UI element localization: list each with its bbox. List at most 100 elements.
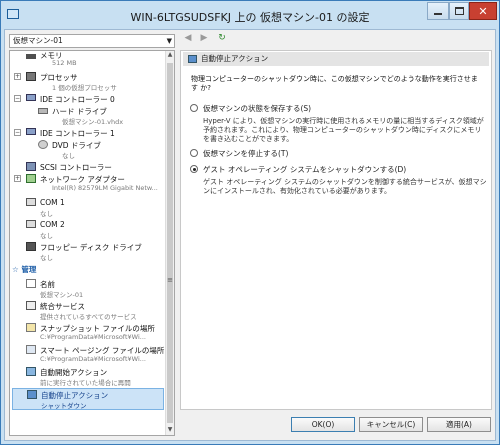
back-icon[interactable]: ◀ [182, 33, 194, 47]
com-port-icon [26, 220, 36, 228]
vm-selector-dropdown[interactable]: 仮想マシン-01 ▼ [9, 34, 175, 48]
ide-controller-icon [26, 128, 36, 135]
management-header[interactable]: ☆ 管理 [12, 264, 166, 276]
tree-item-name[interactable]: 名前 仮想マシン-01 [10, 278, 166, 300]
option-description: ゲスト オペレーティング システムのシャットダウンを制御する統合サービスが、仮想… [203, 178, 487, 195]
section-title: 自動停止アクション [183, 52, 489, 66]
tree-item-label: フロッピー ディスク ドライブ [40, 243, 142, 252]
nav-toolbar: ◀ ▶ ↻ [180, 33, 492, 49]
minimize-icon [434, 12, 442, 15]
processor-icon [26, 72, 36, 81]
auto-stop-icon [188, 55, 197, 63]
smart-paging-icon [26, 345, 36, 354]
scroll-grip-icon: ≡ [167, 276, 173, 284]
radio-button-selected[interactable] [190, 165, 198, 173]
radio-label: 仮想マシンを停止する(T) [203, 149, 289, 158]
dvd-drive-icon [38, 140, 48, 149]
radio-button[interactable] [190, 149, 198, 157]
tree-item-detail: シャットダウン [41, 402, 87, 410]
close-button[interactable]: ✕ [469, 2, 497, 20]
tree-item-com2[interactable]: COM 2 なし [10, 219, 166, 241]
tree-scrollbar[interactable]: ▲ ≡ ▼ [165, 51, 174, 435]
tree-item-hdd[interactable]: ハード ドライブ 仮想マシン-01.vhdx [10, 105, 166, 127]
scroll-down-icon[interactable]: ▼ [166, 426, 174, 435]
radio-shutdown-guest[interactable]: ゲスト オペレーティング システムをシャットダウンする(D) [190, 164, 488, 176]
tree-item-processor[interactable]: + プロセッサ 1 個の仮想プロセッサ [10, 71, 166, 93]
tree-item-label: DVD ドライブ [52, 141, 101, 150]
scroll-up-icon[interactable]: ▲ [166, 51, 174, 60]
tree-item-detail: なし [40, 254, 53, 262]
tree-item-detail: 前に実行されていた場合に再開 [40, 379, 131, 387]
memory-icon [26, 54, 36, 59]
tree-item-snapshot[interactable]: スナップショット ファイルの場所 C:¥ProgramData¥Microsof… [10, 322, 166, 344]
tree-item-detail: 仮想マシン-01 [40, 291, 84, 299]
tree-item-detail: なし [40, 232, 53, 240]
title-bar: WIN-6LTGSUDSFKJ 上の 仮想マシン-01 の設定 ✕ [1, 1, 499, 29]
vm-selector-value: 仮想マシン-01 [13, 36, 63, 45]
tree-item-floppy[interactable]: フロッピー ディスク ドライブ なし [10, 241, 166, 263]
scroll-thumb[interactable] [167, 63, 173, 423]
chevron-down-icon: ▼ [166, 37, 172, 45]
tree-item-paging[interactable]: スマート ページング ファイルの場所 C:¥ProgramData¥Micros… [10, 344, 166, 366]
tree-item-detail: なし [62, 152, 75, 160]
tree-item-label: IDE コントローラー 1 [40, 129, 115, 138]
name-icon [26, 279, 36, 288]
floppy-drive-icon [26, 242, 36, 251]
close-icon: ✕ [478, 4, 488, 18]
settings-window: WIN-6LTGSUDSFKJ 上の 仮想マシン-01 の設定 ✕ 仮想マシン-… [0, 0, 500, 445]
integration-services-icon [26, 301, 36, 310]
tree-item-detail: C:¥ProgramData¥Microsoft¥Wi... [40, 333, 146, 341]
tree-item-detail: 仮想マシン-01.vhdx [62, 118, 124, 126]
tree-item-autostart[interactable]: 自動開始アクション 前に実行されていた場合に再開 [10, 366, 166, 388]
refresh-icon[interactable]: ↻ [216, 33, 228, 47]
settings-tree: メモリ 512 MB + プロセッサ 1 個の仮想プロセッサ − IDE コント… [9, 50, 175, 436]
tree-item-detail: Intel(R) 82579LM Gigabit Netw... [52, 184, 158, 192]
snapshot-location-icon [26, 323, 36, 332]
radio-button[interactable] [190, 104, 198, 112]
expand-icon[interactable]: + [14, 73, 21, 80]
tree-item-integration[interactable]: 統合サービス 提供されているすべてのサービス [10, 300, 166, 322]
apply-button[interactable]: 適用(A) [427, 417, 491, 432]
ide-controller-icon [26, 94, 36, 101]
tree-item-label: SCSI コントローラー [40, 163, 112, 172]
maximize-button[interactable] [449, 2, 469, 20]
collapse-icon[interactable]: − [14, 95, 21, 102]
tree-item-detail: C:¥ProgramData¥Microsoft¥Wi... [40, 355, 146, 363]
auto-start-icon [26, 367, 36, 376]
tree-item-detail: 提供されているすべてのサービス [40, 313, 137, 321]
tree-item-detail: 512 MB [52, 59, 77, 67]
radio-label: 仮想マシンの状態を保存する(S) [203, 104, 312, 113]
forward-icon[interactable]: ▶ [198, 33, 210, 47]
tree-item-autostop[interactable]: 自動停止アクション シャットダウン [12, 388, 164, 410]
scsi-controller-icon [26, 162, 36, 171]
tree-item-label: COM 2 [40, 220, 65, 229]
tree-item-memory[interactable]: メモリ 512 MB [10, 51, 166, 73]
maximize-icon [454, 7, 464, 15]
radio-save-state[interactable]: 仮想マシンの状態を保存する(S) [190, 103, 488, 115]
tree-item-label: IDE コントローラー 0 [40, 95, 115, 104]
tree-item-detail: なし [40, 210, 53, 218]
radio-label: ゲスト オペレーティング システムをシャットダウンする(D) [203, 165, 407, 174]
minimize-button[interactable] [427, 2, 449, 20]
tree-item-com1[interactable]: COM 1 なし [10, 197, 166, 219]
tree-item-network[interactable]: + ネットワーク アダプター Intel(R) 82579LM Gigabit … [10, 173, 166, 195]
collapse-icon[interactable]: − [14, 129, 21, 136]
auto-stop-icon [27, 390, 37, 399]
tree-item-detail: 1 個の仮想プロセッサ [52, 84, 117, 92]
option-description: Hyper-V により、仮想マシンの実行時に使用されるメモリの量に相当するディス… [203, 117, 484, 143]
tree-item-dvd[interactable]: DVD ドライブ なし [10, 139, 166, 161]
com-port-icon [26, 198, 36, 206]
hard-drive-icon [38, 108, 48, 114]
collapse-section-icon: ☆ [12, 265, 22, 274]
question-text: 物理コンピューターのシャットダウン時に、この仮想マシンでどのような動作を実行させ… [191, 75, 478, 92]
ok-button[interactable]: OK(O) [291, 417, 355, 432]
section-title-text: 自動停止アクション [201, 54, 269, 63]
expand-icon[interactable]: + [14, 175, 21, 182]
window-title: WIN-6LTGSUDSFKJ 上の 仮想マシン-01 の設定 [130, 11, 370, 24]
cancel-button[interactable]: キャンセル(C) [359, 417, 423, 432]
management-header-label: 管理 [21, 265, 37, 274]
network-adapter-icon [26, 174, 36, 183]
tree-item-label: COM 1 [40, 198, 65, 207]
dialog-body: 仮想マシン-01 ▼ メモリ 512 MB + プロセッサ 1 個の仮想プロセッ… [4, 29, 496, 441]
radio-turn-off[interactable]: 仮想マシンを停止する(T) [190, 148, 488, 160]
